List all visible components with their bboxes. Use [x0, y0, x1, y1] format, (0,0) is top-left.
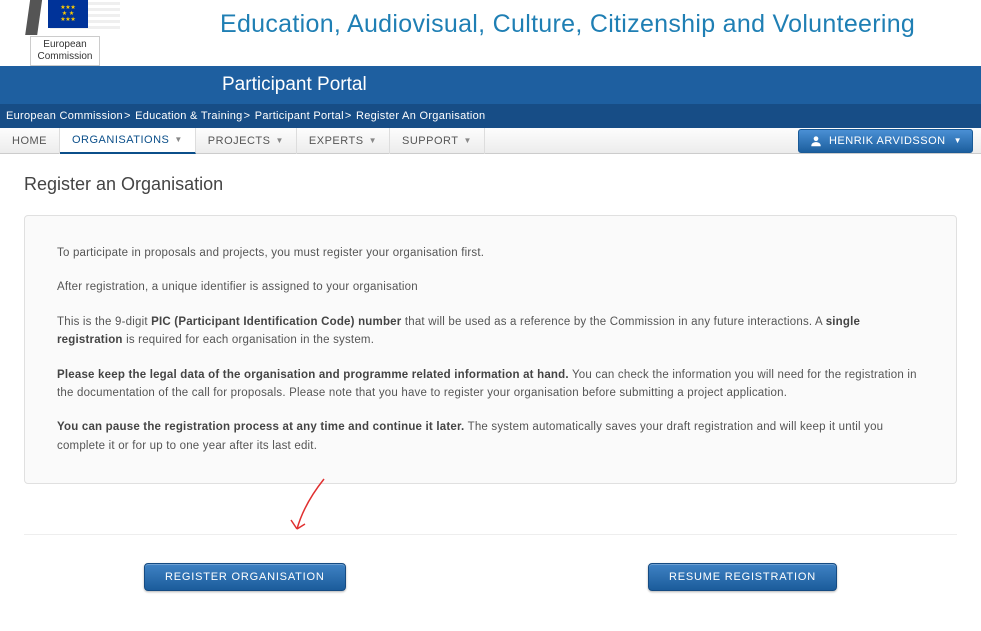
register-organisation-button[interactable]: REGISTER ORGANISATION [144, 563, 346, 591]
chevron-right-icon: > [244, 110, 251, 122]
breadcrumb-item-education[interactable]: Education & Training [135, 110, 243, 122]
user-icon [809, 134, 823, 148]
nav-item-support[interactable]: SUPPORT ▼ [390, 128, 485, 154]
breadcrumb-item-ec[interactable]: European Commission [6, 110, 123, 122]
info-para-2: After registration, a unique identifier … [57, 278, 924, 296]
info-para-1: To participate in proposals and projects… [57, 244, 924, 262]
info-para-5: You can pause the registration process a… [57, 418, 924, 455]
chevron-right-icon: > [124, 110, 131, 122]
content-area: Register an Organisation To participate … [0, 154, 981, 631]
nav-item-projects[interactable]: PROJECTS ▼ [196, 128, 297, 154]
arrow-icon [279, 474, 339, 544]
caret-down-icon: ▼ [954, 136, 962, 145]
caret-down-icon: ▼ [174, 135, 182, 144]
ec-label-line1: European [43, 39, 86, 50]
nav-bar: HOME ORGANISATIONS ▼ PROJECTS ▼ EXPERTS … [0, 128, 981, 154]
ec-label: European Commission [30, 36, 99, 66]
user-menu[interactable]: HENRIK ARVIDSSON ▼ [798, 129, 973, 153]
info-para-4: Please keep the legal data of the organi… [57, 366, 924, 403]
nav-label: ORGANISATIONS [72, 134, 169, 146]
logo-area: ★ ★ ★★ ★★ ★ ★ European Commission [0, 0, 130, 66]
title-area: Education, Audiovisual, Culture, Citizen… [130, 0, 981, 39]
info-box: To participate in proposals and projects… [24, 215, 957, 484]
caret-down-icon: ▼ [275, 136, 283, 145]
eu-flag-icon: ★ ★ ★★ ★★ ★ ★ [48, 0, 88, 28]
info-para-3: This is the 9-digit PIC (Participant Ide… [57, 313, 924, 350]
nav-label: EXPERTS [309, 135, 364, 147]
user-name-label: HENRIK ARVIDSSON [829, 135, 946, 147]
ec-label-line2: Commission [37, 51, 92, 62]
portal-name: Participant Portal [222, 74, 367, 95]
resume-registration-button[interactable]: RESUME REGISTRATION [648, 563, 837, 591]
portal-name-bar: Participant Portal [0, 66, 981, 104]
breadcrumb-item-portal[interactable]: Participant Portal [255, 110, 344, 122]
nav-label: SUPPORT [402, 135, 458, 147]
main-title: Education, Audiovisual, Culture, Citizen… [220, 10, 981, 39]
nav-item-home[interactable]: HOME [0, 128, 60, 154]
nav-item-experts[interactable]: EXPERTS ▼ [297, 128, 390, 154]
nav-label: HOME [12, 135, 47, 147]
breadcrumb-item-register[interactable]: Register An Organisation [356, 110, 486, 122]
buttons-row: REGISTER ORGANISATION RESUME REGISTRATIO… [24, 534, 957, 611]
caret-down-icon: ▼ [463, 136, 471, 145]
nav-label: PROJECTS [208, 135, 271, 147]
chevron-right-icon: > [345, 110, 352, 122]
caret-down-icon: ▼ [369, 136, 377, 145]
page-title: Register an Organisation [24, 174, 957, 195]
nav-item-organisations[interactable]: ORGANISATIONS ▼ [60, 128, 196, 154]
breadcrumb: European Commission > Education & Traini… [0, 104, 981, 128]
top-header: ★ ★ ★★ ★★ ★ ★ European Commission Educat… [0, 0, 981, 66]
annotation-arrow [24, 484, 957, 544]
